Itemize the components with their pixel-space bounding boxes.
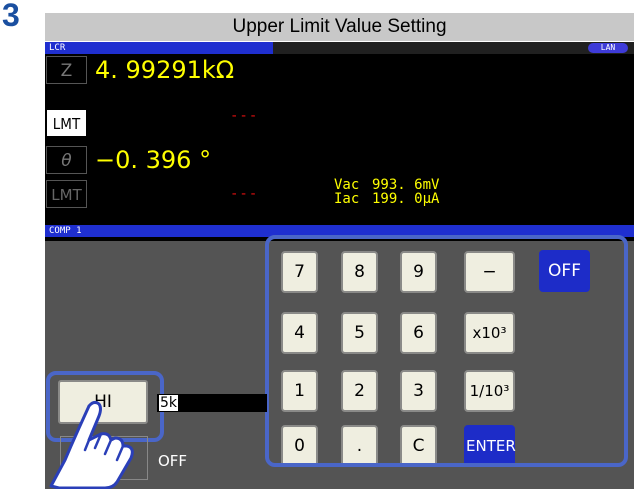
param-z-button[interactable]: Z (46, 56, 87, 84)
param-theta-button[interactable]: θ (46, 146, 87, 174)
pointing-hand-icon (49, 400, 134, 489)
vac-value: 993. 6mV (372, 177, 440, 193)
param-z-value: 4. 99291kΩ (95, 56, 235, 84)
iac-label: Iac (334, 191, 360, 207)
lo-value: OFF (158, 452, 188, 470)
iac-value: 199. 0μA (372, 191, 440, 207)
lan-badge: LAN (588, 43, 628, 53)
hi-value-text: 5k (159, 395, 179, 411)
judgment-theta: --- (230, 186, 259, 202)
hi-value-input[interactable]: 5k (157, 394, 267, 412)
lcr-header: LCR (45, 42, 273, 54)
param-theta-value: −0. 396 ° (95, 146, 212, 174)
keypad-highlight (265, 235, 628, 467)
header-bar-dark (273, 42, 634, 54)
lmt-z-button[interactable]: LMT (46, 109, 87, 137)
judgment-z: --- (230, 108, 259, 124)
vac-label: Vac (334, 177, 360, 193)
lmt-theta-button[interactable]: LMT (46, 180, 87, 208)
instrument-screen: LCR LAN Z 4. 99291kΩ LMT --- θ −0. 396 °… (45, 42, 634, 489)
page-title: Upper Limit Value Setting (45, 13, 634, 41)
step-number: 3 (2, 0, 20, 33)
